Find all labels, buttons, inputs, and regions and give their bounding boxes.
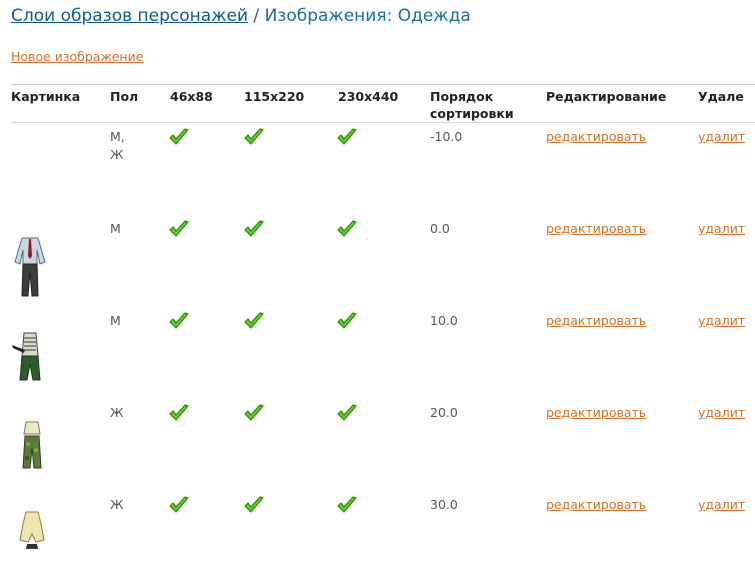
breadcrumb-separator: / [248,6,265,26]
edit-link[interactable]: редактировать [546,312,646,330]
vest-gun-outfit-icon [12,332,41,381]
table-row: Ж 30.0 редактировать удалит [0,492,755,584]
check-icon [168,495,190,517]
sort-value: -10.0 [430,129,463,144]
check-icon [168,311,190,333]
table-row: М 10.0 редактировать удалит [0,308,755,400]
sort-value: 0.0 [430,221,450,236]
breadcrumb-link[interactable]: Слои образов персонажей [11,6,248,26]
delete-link[interactable]: удалит [698,496,745,514]
sort-value: 30.0 [430,497,458,512]
check-icon [336,495,358,517]
check-icon [168,127,190,149]
check-icon [243,219,265,241]
check-icon [243,127,265,149]
gender-value: М [110,221,121,236]
table-top-divider [11,84,755,85]
check-icon [336,311,358,333]
shirt-trousers-outfit-icon [14,237,46,297]
check-icon [336,219,358,241]
delete-link[interactable]: удалит [698,312,745,330]
check-icon [243,403,265,425]
edit-link[interactable]: редактировать [546,220,646,238]
edit-link[interactable]: редактировать [546,128,646,146]
col-size-230x440: 230x440 [338,89,399,104]
delete-link[interactable]: удалит [698,128,745,146]
check-icon [336,127,358,149]
new-image-link[interactable]: Новое изображение [11,49,143,64]
gender-value: М [110,313,121,328]
top-camo-pants-outfit-icon [22,421,42,469]
col-sort-order-line1: Порядок [430,89,494,104]
col-size-115x220: 115x220 [244,89,305,104]
col-sort-order-line2: сортировки [430,106,514,121]
gender-cell: М, Ж [110,128,125,164]
col-edit: Редактирование [546,89,667,104]
col-size-46x88: 46x88 [170,89,213,104]
dress-outfit-icon [19,511,45,549]
check-icon [243,311,265,333]
page-title: Слои образов персонажей / Изображения: О… [11,6,471,26]
col-picture: Картинка [11,89,81,104]
edit-link[interactable]: редактировать [546,404,646,422]
table-row: Ж 20.0 редактировать удалит [0,400,755,492]
delete-link[interactable]: удалит [698,404,745,422]
table-row: М 0.0 редактировать удалит [0,216,755,308]
table-header-divider [11,122,755,123]
gender-value: Ж [110,405,124,420]
gender-value: Ж [110,497,124,512]
gender-value: М, [110,129,125,144]
page-heading: Изображения: Одежда [264,6,471,26]
sort-value: 20.0 [430,405,458,420]
col-delete: Удале [698,89,744,104]
check-icon [168,403,190,425]
edit-link[interactable]: редактировать [546,496,646,514]
check-icon [336,403,358,425]
table-row: М, Ж -10.0 редактировать удалит [0,124,755,216]
check-icon [168,219,190,241]
delete-link[interactable]: удалит [698,220,745,238]
check-icon [243,495,265,517]
col-sort-order: Порядок сортировки [430,88,514,122]
gender-value-2: Ж [110,147,124,162]
sort-value: 10.0 [430,313,458,328]
col-gender: Пол [110,89,139,104]
